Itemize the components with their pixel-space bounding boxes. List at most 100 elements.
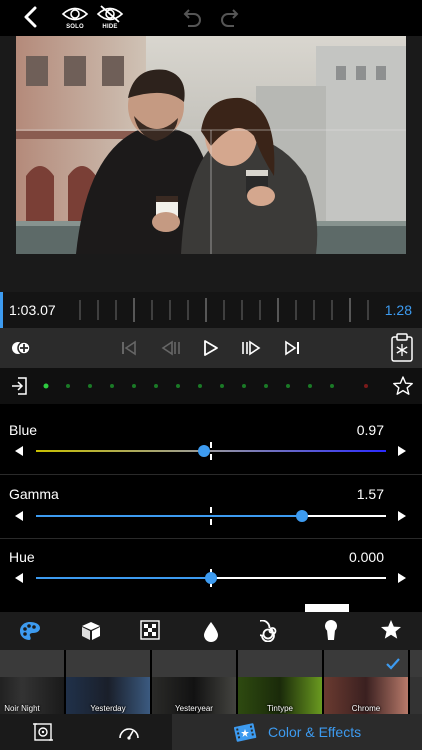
color-effects-tab[interactable]: Color & Effects <box>172 714 422 750</box>
couple-photo <box>16 36 406 254</box>
gamma-increment-button[interactable] <box>397 510 407 522</box>
solo-button[interactable]: SOLO <box>60 4 90 34</box>
favorite-button[interactable] <box>392 375 414 397</box>
go-to-start-button[interactable] <box>120 339 138 357</box>
effect-category-bar <box>0 612 422 650</box>
transport-controls <box>0 328 422 368</box>
undo-icon <box>183 9 201 27</box>
duration: 1.28 <box>384 302 412 318</box>
hue-slider-thumb[interactable] <box>205 572 217 584</box>
hue-decrement-button[interactable] <box>14 572 24 584</box>
eye-slash-icon <box>96 5 124 23</box>
blue-increment-button[interactable] <box>397 445 407 457</box>
cube-icon <box>82 622 100 640</box>
import-button[interactable] <box>10 376 30 396</box>
solo-label: SOLO <box>66 24 84 30</box>
clipboard-button[interactable] <box>390 333 414 363</box>
preset-label: Chrome <box>351 704 381 713</box>
preset-thumbnail[interactable]: Noir Night <box>0 650 64 714</box>
gamma-slider-center-mark <box>210 507 212 525</box>
film-effects-icon <box>234 723 257 742</box>
blue-slider-thumb[interactable] <box>198 445 210 457</box>
crop-target-icon <box>33 723 53 741</box>
back-button[interactable] <box>22 6 38 28</box>
preset-thumbnail[interactable]: Yesterday <box>66 650 150 714</box>
preset-thumbnail-selected[interactable]: Chrome <box>324 650 408 714</box>
gamma-label: Gamma <box>9 486 59 502</box>
video-frame[interactable] <box>16 36 406 254</box>
blue-slider-center-mark <box>210 442 212 460</box>
gamma-slider-track <box>302 515 386 517</box>
arrow-right-icon <box>398 573 406 583</box>
step-back-button[interactable] <box>160 339 182 357</box>
undo-button[interactable] <box>180 8 202 28</box>
hue-label: Hue <box>9 549 35 565</box>
gamma-slider[interactable] <box>36 507 386 525</box>
palette-icon <box>20 622 40 640</box>
3d-category-button[interactable] <box>80 620 102 642</box>
level-meter-dots <box>43 383 368 389</box>
gamma-slider-fill <box>36 515 302 517</box>
video-preview-area <box>0 36 422 292</box>
current-time: 1:03.07 <box>9 302 56 318</box>
keyhole-icon <box>325 620 337 640</box>
divider <box>0 474 422 475</box>
star-outline-icon <box>393 376 413 395</box>
crop-tab[interactable] <box>32 721 54 743</box>
go-to-end-button[interactable] <box>283 339 301 357</box>
clipboard-snowflake-icon <box>391 333 413 362</box>
timeline-ticks <box>79 298 369 322</box>
blue-decrement-button[interactable] <box>14 445 24 457</box>
gamma-slider-thumb[interactable] <box>296 510 308 522</box>
spiral-icon <box>260 620 277 642</box>
hue-increment-button[interactable] <box>397 572 407 584</box>
top-bar: SOLO HIDE <box>0 0 422 36</box>
arrow-right-icon <box>398 511 406 521</box>
hue-slider[interactable] <box>36 569 386 587</box>
checkmark-icon <box>386 658 400 670</box>
play-icon <box>204 340 218 356</box>
favorites-category-button[interactable] <box>380 619 402 641</box>
preset-thumbnail[interactable]: Tintype <box>238 650 322 714</box>
blur-category-button[interactable] <box>202 620 220 642</box>
preset-thumbnail[interactable]: Yesteryear <box>152 650 236 714</box>
hide-button[interactable]: HIDE <box>95 4 125 34</box>
speedometer-icon <box>119 728 139 740</box>
preset-label: Tintype <box>267 704 293 713</box>
arrow-left-icon <box>15 446 23 456</box>
add-marker-button[interactable] <box>10 338 36 358</box>
hue-slider-fill <box>36 577 211 579</box>
eye-icon <box>61 7 89 21</box>
distort-category-button[interactable] <box>260 620 282 642</box>
playhead[interactable] <box>0 292 3 328</box>
hue-slider-track <box>211 577 386 579</box>
gamma-decrement-button[interactable] <box>14 510 24 522</box>
speed-tab[interactable] <box>118 722 140 742</box>
blue-value: 0.97 <box>356 422 384 438</box>
drop-icon <box>204 622 218 642</box>
skip-end-icon <box>285 340 299 356</box>
mask-category-button[interactable] <box>322 618 340 642</box>
bottom-tab-bar: Color & Effects <box>0 714 422 750</box>
timeline-bar[interactable]: 1:03.07 1.28 <box>0 292 422 328</box>
step-forward-button[interactable] <box>240 339 262 357</box>
arrow-right-icon <box>398 446 406 456</box>
hide-label: HIDE <box>102 24 118 30</box>
preset-thumbnail[interactable] <box>410 650 422 714</box>
play-button[interactable] <box>202 339 220 357</box>
preset-thumbnails: Noir Night Yesterday Yesteryear Tintype … <box>0 650 422 714</box>
divider <box>0 538 422 539</box>
step-back-icon <box>161 340 180 356</box>
arrow-left-icon <box>15 573 23 583</box>
step-forward-icon <box>242 340 261 356</box>
redo-button[interactable] <box>220 8 242 28</box>
import-icon <box>12 377 27 395</box>
next-control-peek <box>305 604 349 612</box>
star-icon <box>381 620 401 639</box>
back-chevron-icon <box>24 6 37 28</box>
texture-category-button[interactable] <box>140 620 160 640</box>
skip-start-icon <box>122 340 136 356</box>
blue-slider[interactable] <box>36 442 386 460</box>
preset-label: Noir Night <box>4 704 40 713</box>
color-category-button[interactable] <box>18 620 42 642</box>
